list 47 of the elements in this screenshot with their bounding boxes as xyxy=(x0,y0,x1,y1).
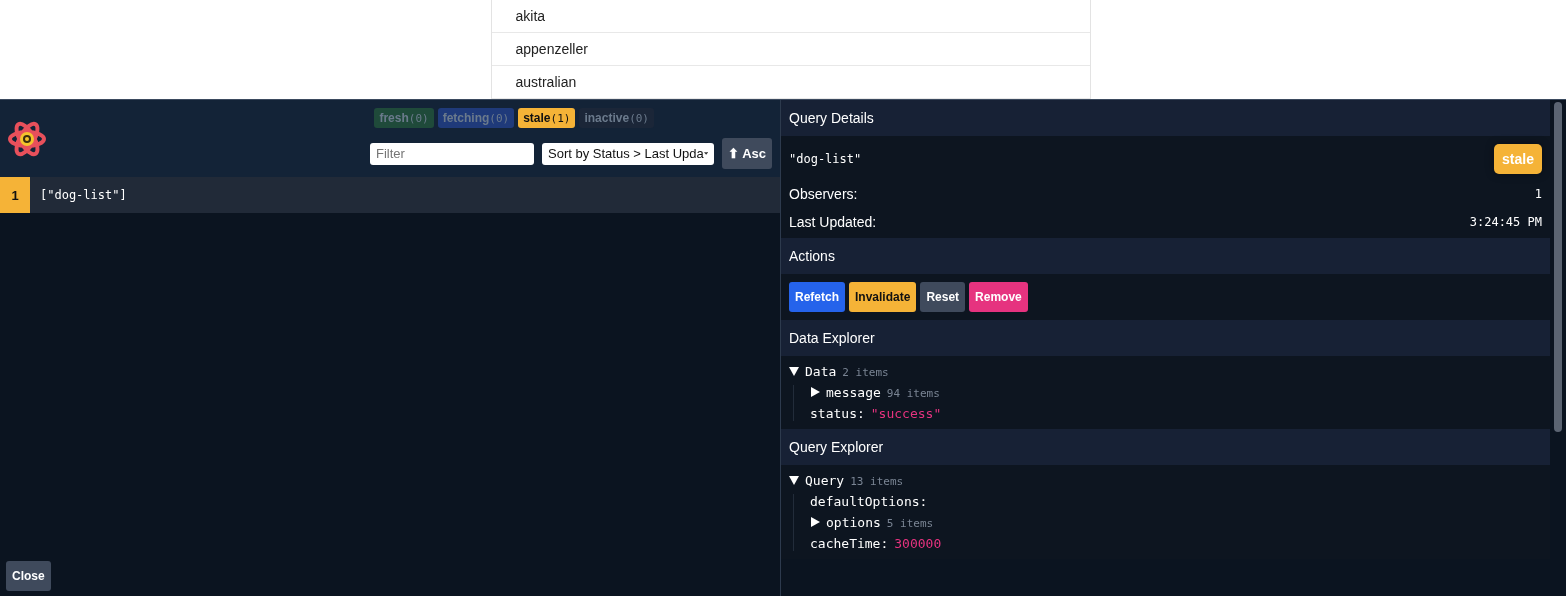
tree-key: status: xyxy=(810,406,865,421)
observer-count: 1 xyxy=(0,177,30,213)
action-button[interactable]: Reset xyxy=(920,282,966,312)
status-count-tag: inactive(0) xyxy=(579,108,654,128)
query-key: "dog-list" xyxy=(789,152,862,166)
status-badge: stale xyxy=(1494,144,1542,174)
action-button[interactable]: Refetch xyxy=(789,282,845,312)
tree-key: message xyxy=(826,385,881,400)
detail-value: 1 xyxy=(1534,187,1542,201)
item-count: 94 items xyxy=(886,387,940,400)
caret-icon xyxy=(703,151,708,156)
query-key: ["dog-list"] xyxy=(40,188,127,202)
sort-dropdown[interactable]: Sort by Status > Last Upda xyxy=(542,142,714,165)
sort-order-button[interactable]: ⬆ Asc xyxy=(722,138,772,169)
expanded-triangle-icon[interactable] xyxy=(789,475,799,485)
breed-list-item[interactable]: akita xyxy=(491,0,1090,33)
status-count-tag: stale(1) xyxy=(518,108,576,128)
status-count-tag: fresh(0) xyxy=(374,108,434,128)
tree-key: options xyxy=(826,515,881,530)
action-button[interactable]: Invalidate xyxy=(849,282,917,312)
section-title: Query Details xyxy=(781,100,1550,136)
item-count: 2 items xyxy=(842,366,889,379)
tree-key: defaultOptions: xyxy=(810,494,928,509)
collapsed-triangle-icon[interactable] xyxy=(810,387,820,397)
item-count: 13 items xyxy=(850,475,904,488)
item-count: 5 items xyxy=(886,517,934,530)
tree-key: Data xyxy=(805,364,837,379)
action-button[interactable]: Remove xyxy=(969,282,1028,312)
section-title: Query Explorer xyxy=(781,429,1550,465)
detail-value: 3:24:45 PM xyxy=(1469,215,1542,229)
status-count-tag: fetching(0) xyxy=(437,108,515,128)
section-title: Data Explorer xyxy=(781,320,1550,356)
section-title: Actions xyxy=(781,238,1550,274)
filter-input[interactable]: Filter xyxy=(370,142,534,165)
tree-value: "success" xyxy=(870,406,942,421)
detail-label: Observers: xyxy=(789,186,858,202)
expanded-triangle-icon[interactable] xyxy=(789,366,799,376)
close-button[interactable]: Close xyxy=(6,561,51,591)
query-row[interactable]: 1 ["dog-list"] xyxy=(0,177,780,213)
logo-icon xyxy=(8,120,46,158)
collapsed-triangle-icon[interactable] xyxy=(810,517,820,527)
scrollbar-thumb[interactable] xyxy=(1554,102,1562,432)
tree-key: cacheTime: xyxy=(810,536,889,551)
tree-key: Query xyxy=(805,473,845,488)
detail-label: Last Updated: xyxy=(789,214,877,230)
tree-value: 300000 xyxy=(894,536,942,551)
breed-list-item[interactable]: appenzeller xyxy=(491,33,1090,66)
